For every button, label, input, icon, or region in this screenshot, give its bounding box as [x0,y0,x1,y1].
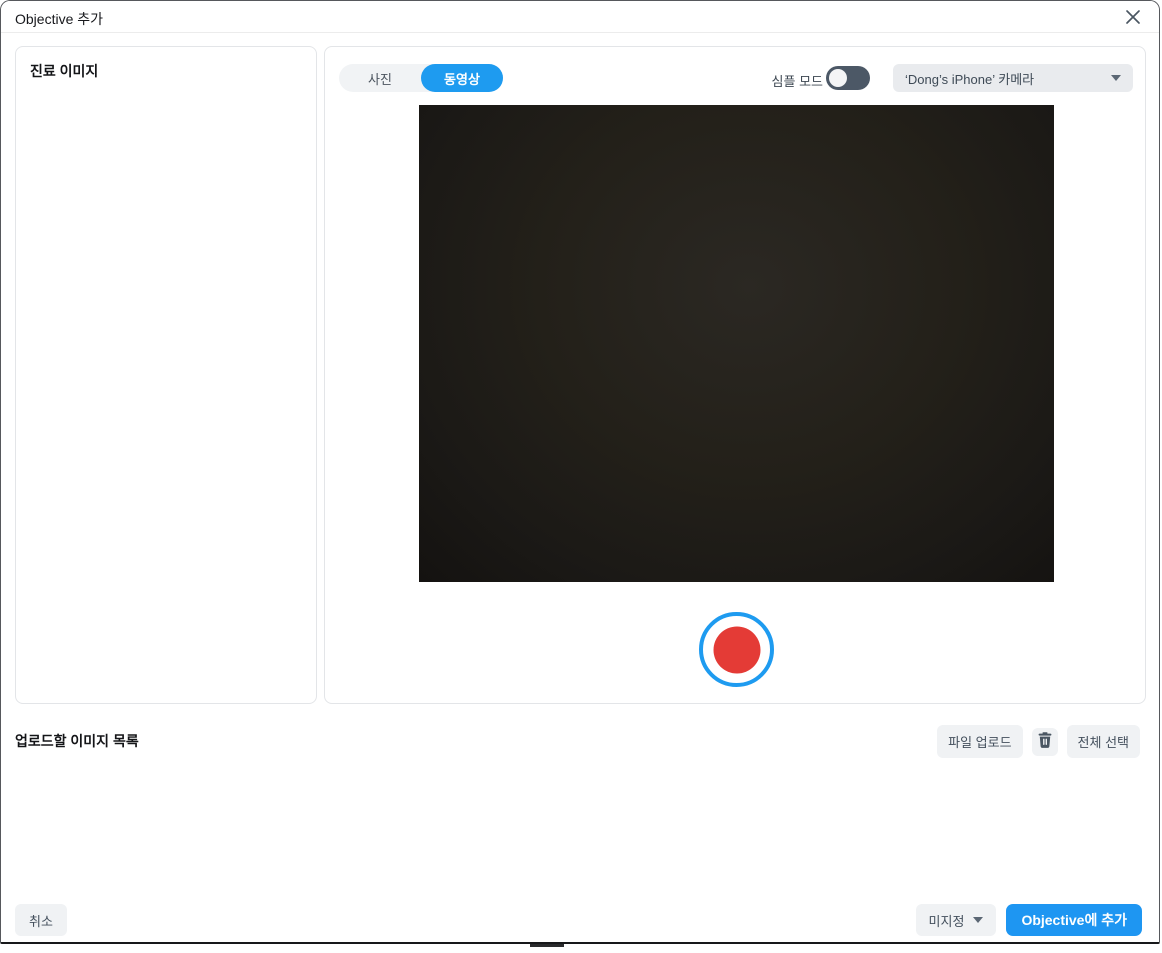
dialog-header: Objective 추가 [1,1,1159,33]
close-button[interactable] [1121,6,1145,30]
camera-video-preview [419,105,1054,582]
clinic-images-title: 진료 이미지 [30,63,99,79]
footer-actions: 미지정 Objective에 추가 [915,904,1142,936]
category-select-value: 미지정 [928,913,965,929]
record-icon [713,626,760,673]
camera-select[interactable]: ‘Dong’s iPhone’ 카메라 [893,64,1133,92]
upload-actions: 파일 업로드 전체 선택 [937,725,1140,758]
window-bottom-notch [530,944,564,947]
chevron-down-icon [1111,75,1121,81]
upload-list-title: 업로드할 이미지 목록 [15,733,139,749]
simple-mode-label: 심플 모드 [771,74,823,89]
toggle-knob [829,69,847,87]
trash-icon [1038,732,1052,751]
chevron-down-icon [973,917,984,923]
record-button[interactable] [699,612,774,687]
category-select[interactable]: 미지정 [915,904,997,936]
cancel-button[interactable]: 취소 [15,904,67,936]
capture-panel: 사진 동영상 심플 모드 ‘Dong’s iPhone’ 카메라 [324,46,1146,704]
tab-photo[interactable]: 사진 [339,64,421,92]
delete-button[interactable] [1031,727,1058,756]
add-objective-dialog: Objective 추가 진료 이미지 사진 동영상 심플 모드 ‘Dong’s… [0,0,1160,944]
tab-video[interactable]: 동영상 [421,64,503,92]
add-to-objective-button[interactable]: Objective에 추가 [1006,904,1142,936]
file-upload-button[interactable]: 파일 업로드 [937,725,1023,758]
select-all-button[interactable]: 전체 선택 [1066,725,1140,758]
simple-mode-toggle[interactable] [826,66,870,90]
close-icon [1123,7,1143,30]
capture-mode-tabs: 사진 동영상 [339,64,503,92]
dialog-title: Objective 추가 [15,11,104,27]
camera-select-value: ‘Dong’s iPhone’ 카메라 [905,71,1035,87]
clinic-images-panel: 진료 이미지 [15,46,317,704]
